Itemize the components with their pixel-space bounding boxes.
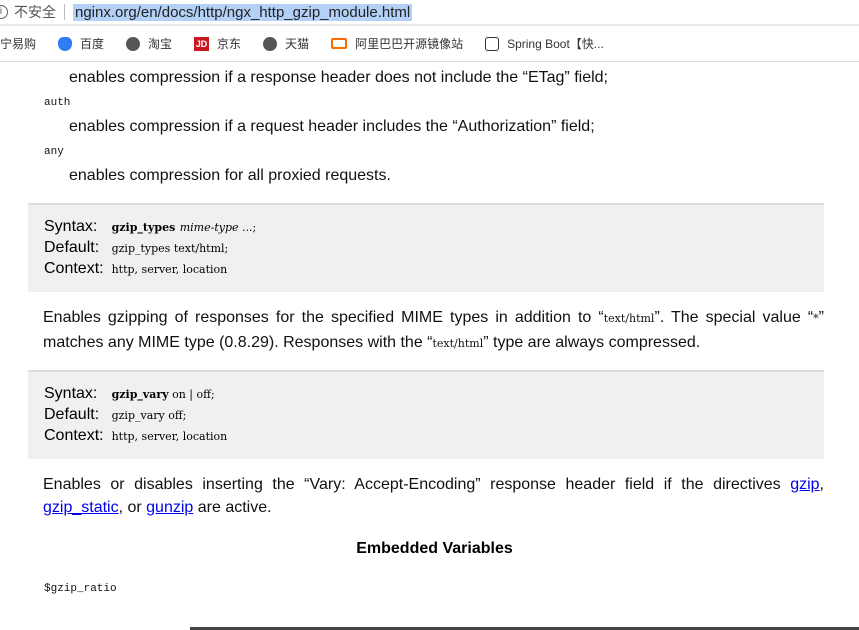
syntax-label: Syntax: xyxy=(44,218,98,235)
etag-description: enables compression if a response header… xyxy=(69,69,608,86)
jd-icon: JD xyxy=(194,36,210,51)
default-label: Default: xyxy=(44,406,100,423)
bookmark-baidu[interactable]: 百度 xyxy=(58,35,104,52)
link-gunzip[interactable]: gunzip xyxy=(146,499,193,516)
security-label: 不安全 xyxy=(14,4,56,20)
context-label: Context: xyxy=(44,260,104,277)
directive-name: gzip_vary xyxy=(111,388,169,401)
context-value: http, server, location xyxy=(111,430,228,443)
bookmark-label: 阿里巴巴开源镜像站 xyxy=(355,37,464,51)
baidu-paw-icon xyxy=(58,36,73,51)
bookmark-jd[interactable]: JD 京东 xyxy=(194,35,241,52)
divider xyxy=(64,4,65,20)
bookmark-label: Spring Boot【快... xyxy=(507,37,604,51)
text: Enables or disables inserting the “Vary:… xyxy=(43,476,791,493)
context-label: Context: xyxy=(44,427,104,444)
syntax-label: Syntax: xyxy=(44,385,98,402)
term-auth: auth xyxy=(44,97,71,109)
gzip-vary-directive: Syntax: gzip_vary on | off; Default: gzip_… xyxy=(28,370,824,459)
text: are active. xyxy=(193,499,272,516)
globe-icon xyxy=(263,36,278,51)
url-input[interactable]: nginx.org/en/docs/http/ngx_http_gzip_mod… xyxy=(73,3,413,21)
gzip-vary-description: Enables or disables inserting the “Vary:… xyxy=(43,473,824,519)
bookmark-label: 天猫 xyxy=(285,37,310,51)
link-gzip-static[interactable]: gzip_static xyxy=(43,499,119,516)
text: , or xyxy=(118,499,147,516)
bookmark-label: 百度 xyxy=(80,37,105,51)
aliyun-icon xyxy=(331,38,348,49)
bookmark-aliyun[interactable]: 阿里巴巴开源镜像站 xyxy=(331,35,463,52)
code: text/html xyxy=(432,337,484,350)
term-any: any xyxy=(44,146,64,158)
auth-description: enables compression if a request header … xyxy=(69,118,595,135)
bookmark-label: 苏宁易购 xyxy=(0,37,37,51)
bookmark-taobao[interactable]: 淘宝 xyxy=(126,35,172,52)
code: text/html xyxy=(603,312,655,325)
directive-rest: on | off; xyxy=(168,388,215,401)
text: Enables gzipping of responses for the sp… xyxy=(43,309,604,326)
directive-rest: ...; xyxy=(238,221,257,234)
address-bar[interactable]: i 不安全 nginx.org/en/docs/http/ngx_http_gz… xyxy=(0,0,859,26)
gzip-types-description: Enables gzipping of responses for the sp… xyxy=(43,306,824,356)
bookmark-suning[interactable]: 苏宁易购 xyxy=(0,35,36,52)
context-value: http, server, location xyxy=(111,263,228,276)
globe-icon xyxy=(126,36,141,51)
default-value: gzip_vary off; xyxy=(111,409,187,422)
text: ”. The special value “ xyxy=(654,309,814,326)
bookmark-spring[interactable]: Spring Boot【快... xyxy=(485,35,604,52)
text: ” type are always compressed. xyxy=(483,334,701,351)
info-icon[interactable]: i xyxy=(0,5,8,19)
default-label: Default: xyxy=(44,239,100,256)
bookmark-tmall[interactable]: 天猫 xyxy=(263,35,309,52)
embedded-variables-heading: Embedded Variables xyxy=(356,540,513,557)
any-description: enables compression for all proxied requ… xyxy=(69,167,391,184)
bookmark-label: 京东 xyxy=(217,37,242,51)
bookmarks-bar: 苏宁易购 百度 淘宝 JD 京东 天猫 阿里巴巴开源镜像站 Spring Boot… xyxy=(0,26,859,62)
bookmark-label: 淘宝 xyxy=(148,37,173,51)
default-value: gzip_types text/html; xyxy=(111,242,229,255)
directive-arg: mime-type xyxy=(179,221,239,234)
directive-name: gzip_types xyxy=(111,221,176,234)
var-gzip-ratio: $gzip_ratio xyxy=(44,583,117,595)
link-gzip[interactable]: gzip xyxy=(790,476,819,493)
gzip-types-directive: Syntax: gzip_types mime-type ...; Default… xyxy=(28,203,824,292)
doc-content: enables compression if a response header… xyxy=(0,64,859,595)
text: , xyxy=(819,476,824,493)
spring-icon xyxy=(485,36,500,51)
